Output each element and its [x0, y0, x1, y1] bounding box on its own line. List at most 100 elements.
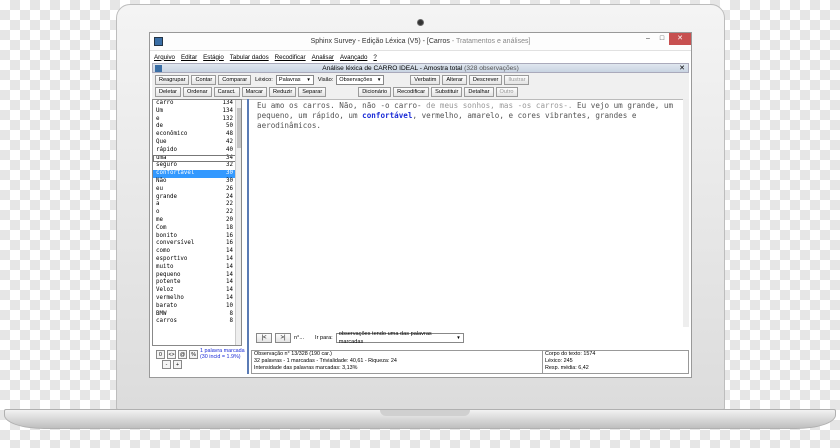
- substituir-button[interactable]: Substituir: [431, 87, 463, 97]
- list-item[interactable]: rápido 40: [153, 147, 241, 155]
- list-item[interactable]: como 14: [153, 248, 241, 256]
- next-observation-button[interactable]: >|: [275, 333, 291, 343]
- lexico-select[interactable]: Palavras ▼: [275, 75, 314, 85]
- chevron-down-icon: ▼: [306, 77, 311, 82]
- window-title: Sphinx Survey - Edição Léxica (V5) - [Ca…: [310, 38, 531, 45]
- reagrupar-button[interactable]: Reagrupar: [155, 75, 190, 85]
- list-item[interactable]: seguro 32: [153, 162, 241, 170]
- lexico-label: Léxico:: [255, 77, 273, 83]
- list-item[interactable]: conversível 16: [153, 240, 241, 248]
- menu-analisar[interactable]: Analisar: [312, 54, 334, 61]
- minus-button[interactable]: -: [162, 359, 171, 369]
- dicionario-button[interactable]: Dicionário: [358, 87, 392, 97]
- maximize-button[interactable]: □: [655, 33, 669, 45]
- menu-help[interactable]: ?: [373, 54, 376, 61]
- word-list[interactable]: carro 134 Um 134 e 132 de 50 econômico 48 Que 42 ráp…: [152, 99, 242, 346]
- list-item[interactable]: a 22: [153, 201, 241, 209]
- status-left: Observação n° 13/328 (190 car.) 32 palav…: [252, 351, 543, 373]
- toolbar-row-1: Reagrupar Contar Comparar Léxico: Palavr…: [155, 74, 686, 86]
- at-button[interactable]: @: [178, 349, 187, 359]
- ordenar-button[interactable]: Ordenar: [183, 87, 212, 97]
- list-item[interactable]: carro 134: [153, 100, 241, 108]
- app-screen: Sphinx Survey - Edição Léxica (V5) - [Ca…: [149, 32, 692, 378]
- caract-button[interactable]: Caract.: [213, 87, 240, 97]
- toolbar: Reagrupar Contar Comparar Léxico: Palavr…: [152, 73, 689, 100]
- descrever-button[interactable]: Descrever: [468, 75, 503, 85]
- reduzir-button[interactable]: Reduzir: [269, 87, 297, 97]
- visao-label: Visão:: [317, 77, 334, 83]
- prev-observation-button[interactable]: |<: [256, 333, 272, 343]
- camera-icon: [417, 19, 424, 26]
- menu-avancado[interactable]: Avançado: [340, 54, 367, 61]
- menu-tabular-dados[interactable]: Tabular dados: [230, 54, 269, 61]
- plus-button[interactable]: +: [173, 359, 182, 369]
- text-view[interactable]: Eu amo os carros. Não, não -o carro- de …: [251, 99, 689, 327]
- list-item[interactable]: vermelho 14: [153, 295, 241, 303]
- menu-recodificar[interactable]: Recodificar: [275, 54, 306, 61]
- list-item[interactable]: esportivo 14: [153, 256, 241, 264]
- list-item[interactable]: barato 10: [153, 303, 241, 311]
- laptop-base: [4, 409, 836, 429]
- zero-button[interactable]: 0: [156, 349, 165, 359]
- window-controls: – □ ✕: [641, 33, 691, 45]
- list-item[interactable]: potente 14: [153, 279, 241, 287]
- menu-editar[interactable]: Editar: [181, 54, 197, 61]
- visao-select[interactable]: Observações ▼: [336, 75, 385, 85]
- detalhar-button[interactable]: Detalhar: [464, 87, 494, 97]
- list-item[interactable]: confortável 30: [153, 170, 241, 178]
- wordlist-controls: 0 <> @ % 1 palavra marcada (30 incid = 1…: [152, 348, 247, 376]
- panel-icon: [155, 65, 162, 72]
- list-item[interactable]: Não 30: [153, 178, 241, 186]
- laptop-notch: [380, 410, 470, 416]
- verbatim-button[interactable]: Verbatim: [410, 75, 441, 85]
- recodificar-button[interactable]: Recodificar: [393, 87, 430, 97]
- chevron-down-icon: ▼: [376, 77, 382, 82]
- outro-button[interactable]: Outro: [495, 87, 518, 97]
- list-item[interactable]: o 22: [153, 209, 241, 217]
- list-item[interactable]: econômico 48: [153, 131, 241, 139]
- highlighted-word: confortável: [362, 111, 413, 120]
- list-item[interactable]: me 20: [153, 217, 241, 225]
- status-panel: Observação n° 13/328 (190 car.) 32 palav…: [251, 350, 689, 374]
- main-area: carro 134 Um 134 e 132 de 50 econômico 48 Que 42 ráp…: [152, 99, 689, 375]
- ir-para-label: Ir para:: [315, 335, 333, 341]
- goto-number-button[interactable]: n°...: [294, 335, 304, 341]
- status-right: Corpo do texto: 1574 Léxico: 245 Resp. m…: [545, 351, 596, 372]
- minimize-button[interactable]: –: [641, 33, 655, 45]
- menu-estagio[interactable]: Estágio: [203, 54, 224, 61]
- list-item[interactable]: pequeno 14: [153, 272, 241, 280]
- panel-close-icon[interactable]: ✕: [679, 64, 685, 74]
- menubar: Arquivo Editar Estágio Tabular dados Rec…: [150, 51, 691, 63]
- ilustrar-button[interactable]: Ilustrar: [504, 75, 530, 85]
- menu-arquivo[interactable]: Arquivo: [154, 54, 175, 61]
- list-item[interactable]: eu 26: [153, 186, 241, 194]
- percent-button[interactable]: %: [189, 349, 198, 359]
- swap-button[interactable]: <>: [167, 349, 176, 359]
- list-item[interactable]: grande 24: [153, 194, 241, 202]
- chevron-down-icon: ▼: [456, 335, 461, 340]
- wordlist-scroll-thumb[interactable]: [237, 108, 241, 148]
- comparar-button[interactable]: Comparar: [218, 75, 252, 85]
- ir-para-select[interactable]: observações tendo uma das palavras marca…: [335, 331, 464, 345]
- list-item[interactable]: uma 34: [153, 154, 241, 163]
- close-button[interactable]: ✕: [669, 33, 691, 45]
- list-item[interactable]: carros 8: [153, 318, 241, 326]
- panel-title: Análise léxica de CARRO IDEAL - Amostra …: [152, 63, 689, 73]
- list-item[interactable]: muito 14: [153, 264, 241, 272]
- deletar-button[interactable]: Deletar: [155, 87, 182, 97]
- separar-button[interactable]: Separar: [298, 87, 327, 97]
- list-item[interactable]: Com 18: [153, 225, 241, 233]
- wordlist-scrollbar[interactable]: [235, 100, 241, 345]
- contar-button[interactable]: Contar: [191, 75, 217, 85]
- observation-nav: |< >| n°... Ir para: observações tendo u…: [256, 331, 464, 345]
- list-item[interactable]: Veloz 14: [153, 287, 241, 295]
- list-item[interactable]: BMW 8: [153, 311, 241, 319]
- marcar-button[interactable]: Marcar: [241, 87, 268, 97]
- list-item[interactable]: Um 134: [153, 108, 241, 116]
- marked-info: 1 palavra marcada (30 incid = 1.9%): [200, 348, 245, 360]
- alterar-button[interactable]: Alterar: [442, 75, 467, 85]
- toolbar-row-2: Deletar Ordenar Caract. Marcar Reduzir S…: [155, 86, 686, 98]
- list-item[interactable]: Que 42: [153, 139, 241, 147]
- list-item[interactable]: e 132: [153, 116, 241, 124]
- panel-divider[interactable]: [247, 99, 249, 374]
